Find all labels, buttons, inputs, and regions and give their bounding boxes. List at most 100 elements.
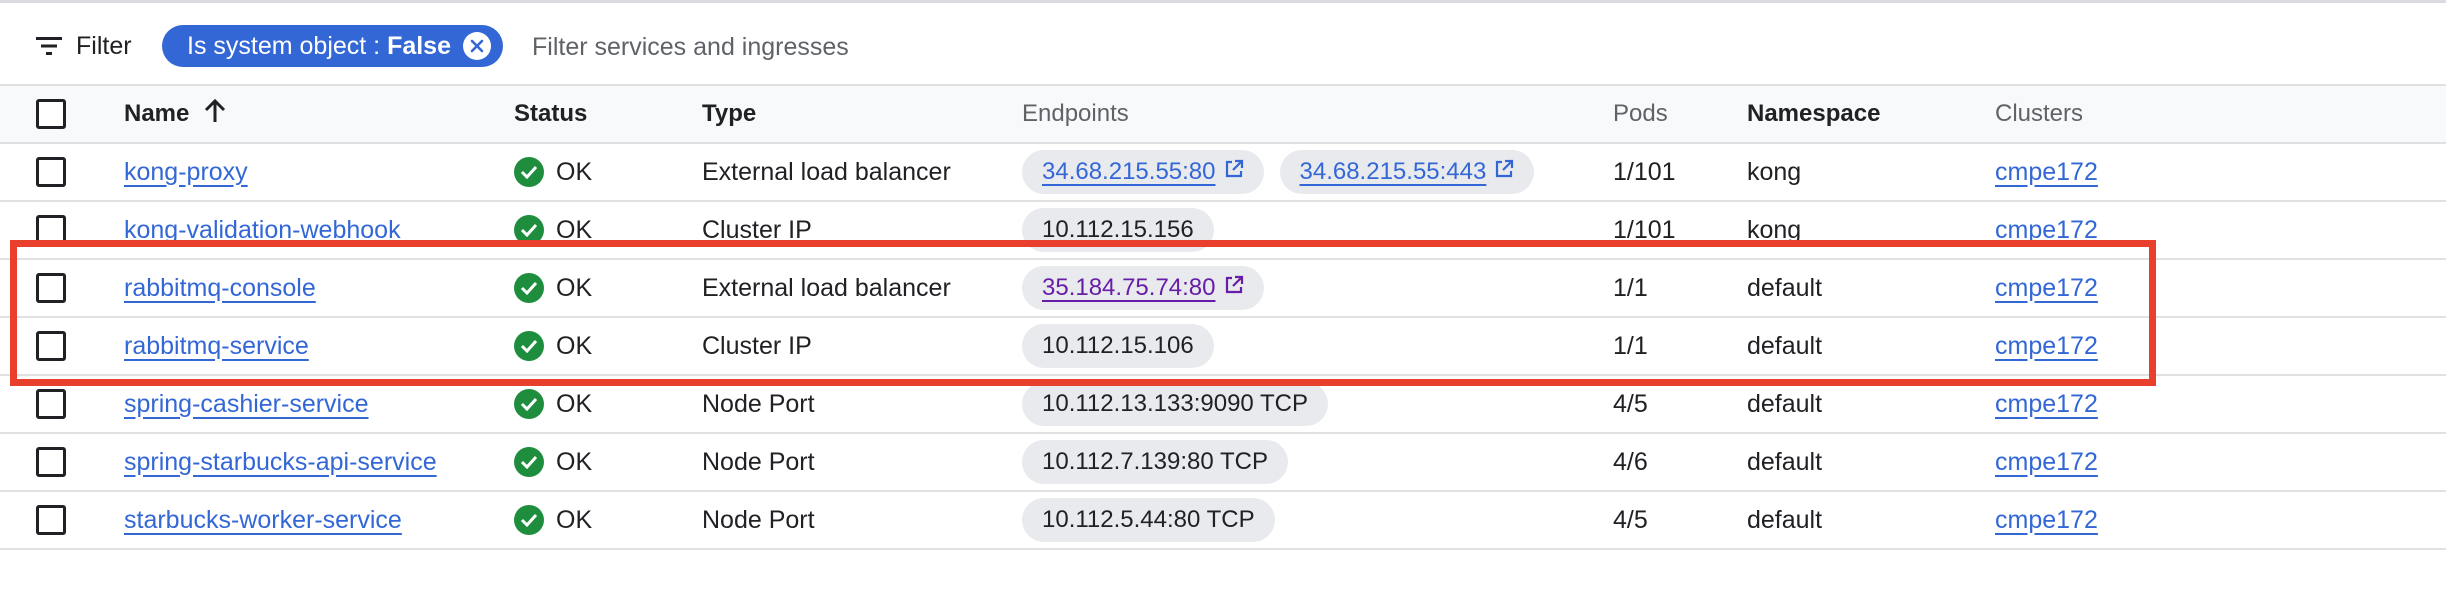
pods-text: 4/6 (1613, 447, 1648, 476)
column-header-endpoints: Endpoints (1022, 100, 1129, 127)
endpoint-chip: 10.112.5.44:80 TCP (1022, 498, 1275, 542)
service-name-link[interactable]: kong-proxy (124, 158, 248, 187)
open-in-new-icon[interactable] (1494, 158, 1514, 186)
status-text: OK (556, 447, 593, 476)
endpoints-cell: 10.112.15.106 (1022, 324, 1214, 368)
endpoint-chip: 10.112.7.139:80 TCP (1022, 440, 1288, 484)
table-row: rabbitmq-service OK Cluster IP 10.112.15… (0, 318, 2446, 376)
select-all-checkbox[interactable] (36, 99, 66, 129)
status-text: OK (556, 505, 593, 534)
check-circle-icon (514, 273, 544, 303)
namespace-text: default (1747, 389, 1823, 418)
table-row: kong-proxy OK External load balancer 34.… (0, 144, 2446, 202)
check-circle-icon (514, 447, 544, 477)
pods-text: 4/5 (1613, 389, 1648, 418)
service-name-link[interactable]: rabbitmq-service (124, 332, 309, 361)
cluster-link[interactable]: cmpe172 (1995, 332, 2098, 361)
filter-input[interactable] (532, 27, 1932, 67)
filter-chip-system-object[interactable]: Is system object : False (162, 25, 503, 67)
pods-text: 1/1 (1613, 331, 1648, 360)
endpoint-chip: 10.112.15.156 (1022, 208, 1214, 252)
row-checkbox-cell (36, 202, 66, 258)
endpoints-cell: 10.112.15.156 (1022, 208, 1214, 252)
row-checkbox-cell (36, 144, 66, 200)
namespace-text: default (1747, 331, 1823, 360)
service-name-link[interactable]: spring-starbucks-api-service (124, 448, 437, 477)
table-row: rabbitmq-console OK External load balanc… (0, 260, 2446, 318)
cluster-link[interactable]: cmpe172 (1995, 158, 2098, 187)
row-checkbox[interactable] (36, 331, 66, 361)
filter-button[interactable]: Filter (36, 25, 132, 67)
check-circle-icon (514, 215, 544, 245)
pods-text: 1/1 (1613, 273, 1648, 302)
check-circle-icon (514, 331, 544, 361)
endpoint-link[interactable]: 35.184.75.74:80 (1042, 274, 1216, 302)
row-checkbox[interactable] (36, 273, 66, 303)
endpoints-cell: 10.112.7.139:80 TCP (1022, 440, 1288, 484)
row-checkbox[interactable] (36, 215, 66, 245)
service-name-link[interactable]: rabbitmq-console (124, 274, 316, 303)
column-header-type[interactable]: Type (702, 86, 756, 142)
column-header-namespace[interactable]: Namespace (1747, 86, 1880, 142)
row-checkbox-cell (36, 376, 66, 432)
pods-text: 1/101 (1613, 157, 1676, 186)
pods-text: 4/5 (1613, 505, 1648, 534)
cluster-link[interactable]: cmpe172 (1995, 216, 2098, 245)
column-header-name-label: Name (124, 100, 190, 127)
type-text: Node Port (702, 447, 815, 476)
endpoints-cell: 10.112.5.44:80 TCP (1022, 498, 1275, 542)
row-checkbox[interactable] (36, 505, 66, 535)
namespace-text: default (1747, 505, 1823, 534)
row-checkbox[interactable] (36, 389, 66, 419)
column-header-status[interactable]: Status (514, 86, 587, 142)
type-text: External load balancer (702, 273, 951, 302)
endpoint-chip: 34.68.215.55:443 (1279, 150, 1535, 194)
service-name-link[interactable]: spring-cashier-service (124, 390, 369, 419)
cluster-link[interactable]: cmpe172 (1995, 274, 2098, 303)
row-checkbox[interactable] (36, 157, 66, 187)
check-circle-icon (514, 157, 544, 187)
column-header-clusters: Clusters (1995, 100, 2084, 127)
service-name-link[interactable]: starbucks-worker-service (124, 506, 402, 535)
status-cell: OK (514, 157, 592, 187)
check-circle-icon (514, 505, 544, 535)
endpoint-link[interactable]: 34.68.215.55:443 (1300, 158, 1487, 186)
column-header-name[interactable]: Name (124, 86, 227, 142)
table-row: spring-cashier-service OK Node Port 10.1… (0, 376, 2446, 434)
filter-chip-text: Is system object : False (187, 32, 451, 61)
table-header-row: Name Status Type Endpoints Pods Namespac… (0, 84, 2446, 144)
endpoint-link[interactable]: 34.68.215.55:80 (1042, 158, 1216, 186)
status-cell: OK (514, 331, 592, 361)
endpoint-chip: 35.184.75.74:80 (1022, 266, 1264, 310)
filter-bar: Filter Is system object : False (0, 3, 2446, 84)
close-icon[interactable] (463, 32, 491, 60)
status-cell: OK (514, 389, 592, 419)
column-header-pods: Pods (1613, 100, 1668, 127)
endpoints-cell: 34.68.215.55:80 34.68.215.55:443 (1022, 150, 1535, 194)
namespace-text: kong (1747, 157, 1802, 186)
type-text: Cluster IP (702, 215, 812, 244)
row-checkbox-cell (36, 492, 66, 548)
cluster-link[interactable]: cmpe172 (1995, 390, 2098, 419)
type-text: Node Port (702, 389, 815, 418)
cluster-link[interactable]: cmpe172 (1995, 506, 2098, 535)
filter-chip-value: False (387, 31, 451, 60)
endpoint-chip: 10.112.15.106 (1022, 324, 1214, 368)
row-checkbox-cell (36, 260, 66, 316)
status-cell: OK (514, 447, 592, 477)
type-text: Node Port (702, 505, 815, 534)
service-name-link[interactable]: kong-validation-webhook (124, 216, 401, 245)
endpoints-cell: 10.112.13.133:9090 TCP (1022, 382, 1328, 426)
namespace-text: default (1747, 273, 1823, 302)
services-table: Name Status Type Endpoints Pods Namespac… (0, 84, 2446, 550)
status-text: OK (556, 331, 593, 360)
open-in-new-icon[interactable] (1224, 274, 1244, 302)
table-row: kong-validation-webhook OK Cluster IP 10… (0, 202, 2446, 260)
cluster-link[interactable]: cmpe172 (1995, 448, 2098, 477)
row-checkbox[interactable] (36, 447, 66, 477)
status-cell: OK (514, 215, 592, 245)
open-in-new-icon[interactable] (1224, 158, 1244, 186)
select-all-cell (36, 86, 66, 142)
type-text: Cluster IP (702, 331, 812, 360)
arrow-up-icon (203, 98, 227, 131)
